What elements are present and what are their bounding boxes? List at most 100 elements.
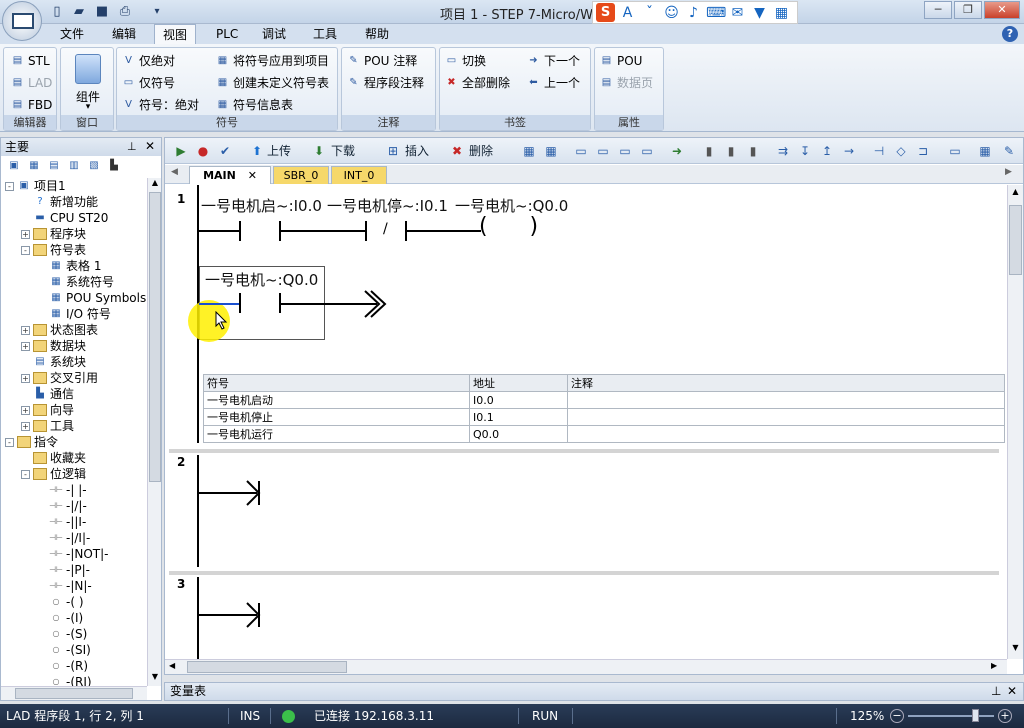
insert-button[interactable]: 插入 [405, 142, 429, 160]
tree-item[interactable]: - 指令 [5, 434, 58, 450]
scroll-thumb[interactable] [149, 192, 161, 482]
symbol-table-icon[interactable]: ▦ [977, 143, 993, 159]
tree-item[interactable]: + 工具 [21, 418, 74, 434]
panel-close-icon[interactable]: ✕ [1007, 683, 1017, 700]
delete-button[interactable]: 删除 [469, 142, 493, 160]
upload-button[interactable]: 上传 [267, 142, 291, 160]
program-status-icon[interactable]: ▦ [521, 143, 537, 159]
tree-item[interactable]: + 状态图表 [21, 322, 98, 338]
scroll-down-icon[interactable]: ▼ [149, 672, 161, 684]
tree-item[interactable]: ▙ 通信 [21, 386, 74, 402]
scroll-left-icon[interactable]: ◀ [169, 661, 175, 670]
zoom-in-icon[interactable]: + [998, 709, 1012, 723]
tree-item[interactable]: ⊣⊢ -|N|- [37, 578, 92, 594]
tree-item[interactable]: ⊣⊢ -| |- [37, 482, 87, 498]
delete-all-bookmarks-button[interactable]: ✖ 全部删除 [444, 73, 510, 93]
delete-icon[interactable]: ✖ [449, 143, 465, 159]
pou-insert-icon[interactable]: ▭ [947, 143, 963, 159]
table-row[interactable]: 一号电机启动 I0.0 [203, 391, 1005, 409]
run-icon[interactable]: ▶ [173, 143, 189, 159]
expand-icon[interactable]: + [21, 341, 30, 351]
tree-item[interactable]: ○ -(RI) [37, 674, 92, 686]
scroll-right-icon[interactable]: ▶ [991, 661, 997, 670]
components-icon[interactable] [75, 54, 101, 84]
bookmark-delete-icon[interactable]: ▭ [639, 143, 655, 159]
bookmark-next-icon[interactable]: ▭ [595, 143, 611, 159]
table-row[interactable]: 一号电机运行 Q0.0 [203, 425, 1005, 443]
new-file-icon[interactable]: ▯ [48, 3, 66, 21]
view-icon[interactable]: ▤ [47, 160, 61, 172]
expand-icon[interactable]: + [21, 421, 30, 431]
tools-icon[interactable]: ✉ [728, 5, 747, 21]
prev-bookmark-button[interactable]: ⬅ 上一个 [526, 73, 580, 93]
h-scroll-thumb[interactable] [15, 688, 133, 699]
tree-item[interactable]: ▤ 系统块 [21, 354, 86, 370]
branch-icon[interactable]: ⇉ [775, 143, 791, 159]
font-icon[interactable]: A [618, 5, 637, 21]
tab-close-icon[interactable]: ✕ [248, 169, 257, 182]
tree-item[interactable]: ○ -(I) [37, 610, 84, 626]
menu-view[interactable]: 视图 [154, 24, 197, 44]
emoji-icon[interactable]: ☺ [662, 5, 681, 21]
scroll-up-icon[interactable]: ▲ [1009, 187, 1022, 199]
tree-item[interactable]: ▦ I/O 符号 [37, 306, 111, 322]
expand-icon[interactable]: + [21, 229, 30, 239]
keyboard-icon[interactable]: ⌨ [706, 5, 726, 21]
zoom-slider[interactable] [908, 715, 994, 717]
open-folder-icon[interactable]: ▰ [70, 3, 88, 21]
view-icon[interactable]: ▥ [67, 160, 81, 172]
scroll-thumb[interactable] [1009, 205, 1022, 275]
tree-item[interactable]: + 数据块 [21, 338, 86, 354]
scroll-down-icon[interactable]: ▼ [1009, 643, 1022, 655]
tree-item[interactable]: ▦ 表格 1 [37, 258, 101, 274]
stop-icon[interactable]: ● [195, 143, 211, 159]
edit-icon[interactable]: ✎ [1001, 143, 1017, 159]
stl-button[interactable]: ▤ STL [10, 51, 50, 71]
tree-item[interactable]: ○ -( ) [37, 594, 84, 610]
sym-only-button[interactable]: ▭ 仅符号 [121, 73, 175, 93]
compile-icon[interactable]: ✔ [217, 143, 233, 159]
apply-symbols-button[interactable]: ▦ 将符号应用到项目 [215, 51, 329, 71]
tree-item[interactable]: + 向导 [21, 402, 74, 418]
collapse-icon[interactable]: - [21, 245, 30, 255]
tree-item[interactable]: ⊣⊢ -||I- [37, 514, 86, 530]
sogou-icon[interactable]: S [596, 3, 615, 22]
collapse-icon[interactable]: - [21, 469, 30, 479]
save-icon[interactable]: ■ [93, 3, 111, 21]
coil-output[interactable]: ( ) [479, 215, 538, 239]
tree-item[interactable]: + 交叉引用 [21, 370, 98, 386]
bookmark-prev-icon[interactable]: ▭ [617, 143, 633, 159]
menu-file[interactable]: 文件 [52, 24, 92, 44]
network-comment-button[interactable]: ✎ 程序段注释 [346, 73, 424, 93]
sym-abs-button[interactable]: V 符号：绝对 [121, 95, 199, 115]
help-icon[interactable]: ? [1002, 26, 1018, 42]
tree-item[interactable]: ▬ CPU ST20 [21, 210, 108, 226]
view-icon[interactable]: ▦ [27, 160, 41, 172]
collapse-icon[interactable]: - [5, 437, 14, 447]
menu-help[interactable]: 帮助 [357, 24, 397, 44]
tab-int0[interactable]: INT_0 [331, 166, 387, 184]
next-bookmark-button[interactable]: ➜ 下一个 [526, 51, 580, 71]
tree-item[interactable]: ? 新增功能 [21, 194, 98, 210]
tree-horizontal-scrollbar[interactable] [1, 686, 147, 700]
lock-icon[interactable]: ▮ [723, 143, 739, 159]
goto-icon[interactable]: ➜ [669, 143, 685, 159]
download-button[interactable]: 下载 [331, 142, 355, 160]
tree-item[interactable]: ○ -(R) [37, 658, 89, 674]
pause-status-icon[interactable]: ▦ [543, 143, 559, 159]
menu-edit[interactable]: 编辑 [104, 24, 144, 44]
box-icon[interactable]: ⊐ [915, 143, 931, 159]
tree-item[interactable]: ⊣⊢ -|/I|- [37, 530, 90, 546]
panel-close-icon[interactable]: ✕ [145, 139, 155, 153]
symbol-info-button[interactable]: ▦ 符号信息表 [215, 95, 293, 115]
zoom-slider-thumb[interactable] [972, 709, 979, 722]
editor-vertical-scrollbar[interactable]: ▲ ▼ [1007, 185, 1023, 659]
view-icon[interactable]: ▧ [87, 160, 101, 172]
zoom-out-icon[interactable]: − [890, 709, 904, 723]
toggle-bookmark-button[interactable]: ▭ 切换 [444, 51, 486, 71]
scroll-up-icon[interactable]: ▲ [149, 178, 161, 190]
upload-icon[interactable]: ⬆ [249, 143, 265, 159]
app-logo[interactable] [2, 1, 42, 41]
tree-vertical-scrollbar[interactable]: ▲ ▼ [147, 178, 161, 686]
fbd-button[interactable]: ▤ FBD [10, 95, 53, 115]
